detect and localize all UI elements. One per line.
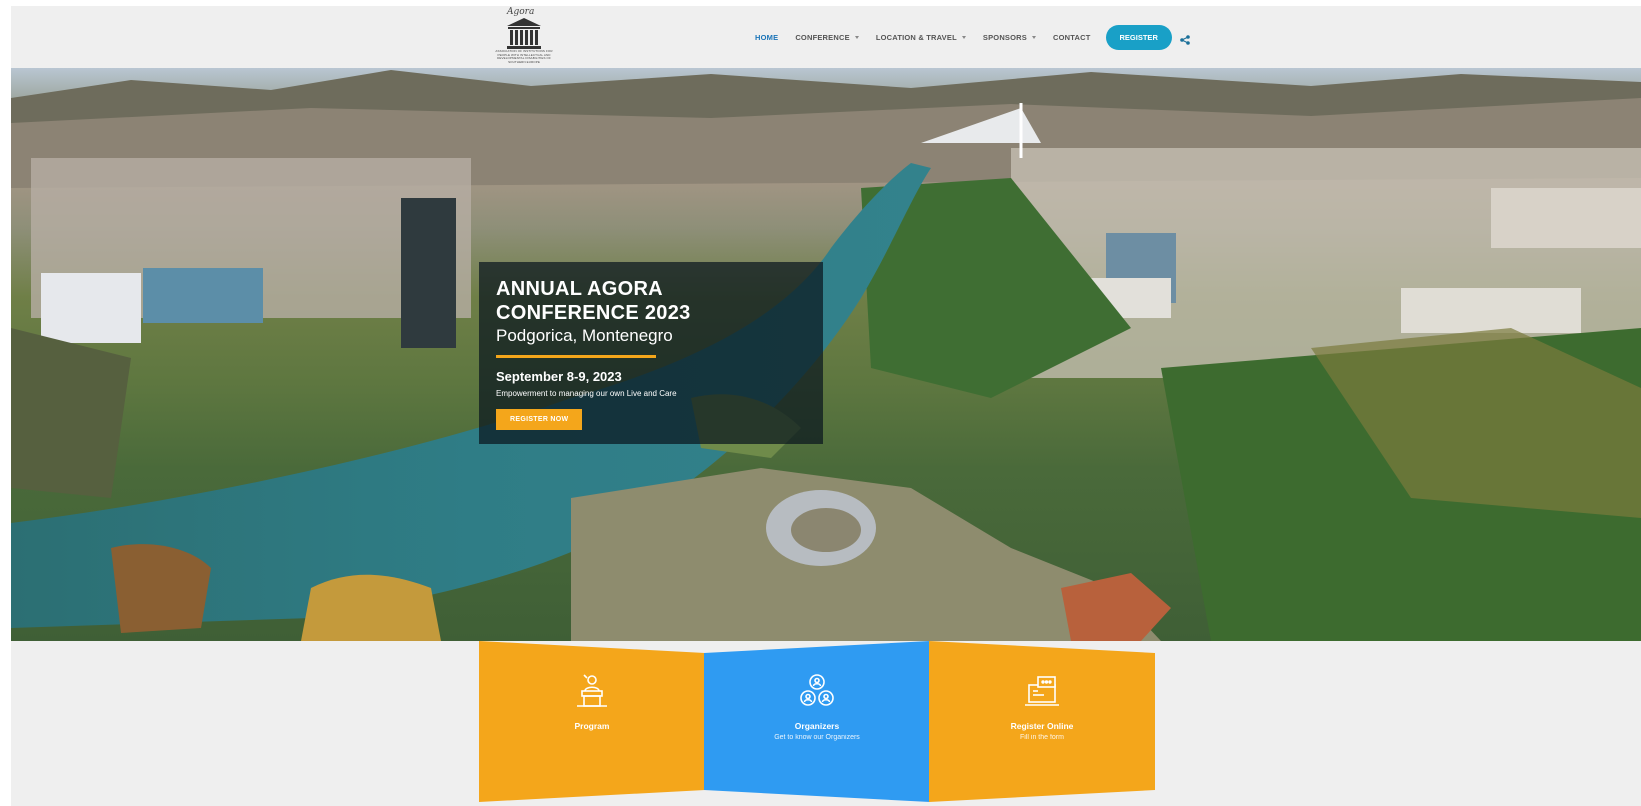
agora-logo[interactable]: Agora ASSOCIATION OF INSTITUTIONS FOR PE… (489, 6, 559, 68)
card-subtitle: Fill in the form (1020, 734, 1064, 741)
register-button[interactable]: REGISTER (1105, 24, 1172, 50)
chevron-down-icon (1032, 35, 1036, 39)
card-title: Register Online (1010, 721, 1074, 731)
site-header: Agora ASSOCIATION OF INSTITUTIONS FOR PE… (11, 6, 1641, 68)
card-title: Program (574, 721, 610, 731)
hero-title-line2: CONFERENCE 2023 (496, 302, 691, 324)
nav-item-conference[interactable]: CONFERENCE (795, 33, 859, 42)
card-title: Organizers (794, 721, 840, 731)
nav-item-contact[interactable]: CONTACT (1053, 33, 1091, 42)
hero-date: September 8-9, 2023 (496, 369, 622, 384)
main-nav: HOME CONFERENCE LOCATION & TRAVEL SPONSO… (755, 23, 1190, 51)
share-icon[interactable] (1180, 32, 1190, 45)
nav-item-sponsors[interactable]: SPONSORS (983, 33, 1036, 42)
hero-aerial-city-image (11, 68, 1641, 641)
hero-divider (496, 355, 656, 358)
chevron-down-icon (961, 35, 966, 39)
register-now-button[interactable]: REGISTER NOW (496, 409, 583, 430)
speaker-podium-icon (577, 674, 607, 707)
nav-item-home[interactable]: HOME (755, 33, 778, 42)
people-network-icon (800, 674, 834, 706)
nav-item-location-travel[interactable]: LOCATION & TRAVEL (876, 33, 966, 42)
nav-label: CONTACT (1053, 32, 1091, 42)
nav-label: LOCATION & TRAVEL (875, 32, 957, 42)
nav-label: CONFERENCE (795, 32, 850, 42)
card-organizers[interactable]: Organizers Get to know our Organizers (704, 641, 930, 802)
logo-fine-print: ASSOCIATION OF INSTITUTIONS FOR PEOPLE W… (495, 49, 553, 64)
feature-cards: Program Organizers Get to know our Organ… (479, 641, 1155, 802)
laptop-chat-icon (1025, 676, 1059, 706)
nav-label: SPONSORS (982, 32, 1027, 42)
hero-banner: ANNUAL AGORA CONFERENCE 2023 Podgorica, … (11, 68, 1641, 641)
card-register-online[interactable]: Register Online Fill in the form (929, 641, 1155, 802)
hero-subtitle: Empowerment to managing our own Live and… (496, 389, 677, 398)
hero-title-line1: ANNUAL AGORA (496, 278, 663, 300)
hero-info-box: ANNUAL AGORA CONFERENCE 2023 Podgorica, … (479, 262, 823, 444)
nav-label: HOME (755, 32, 779, 42)
hero-location: Podgorica, Montenegro (496, 326, 673, 345)
chevron-down-icon (854, 35, 859, 39)
card-subtitle: Get to know our Organizers (774, 734, 860, 741)
card-program[interactable]: Program (479, 641, 705, 802)
